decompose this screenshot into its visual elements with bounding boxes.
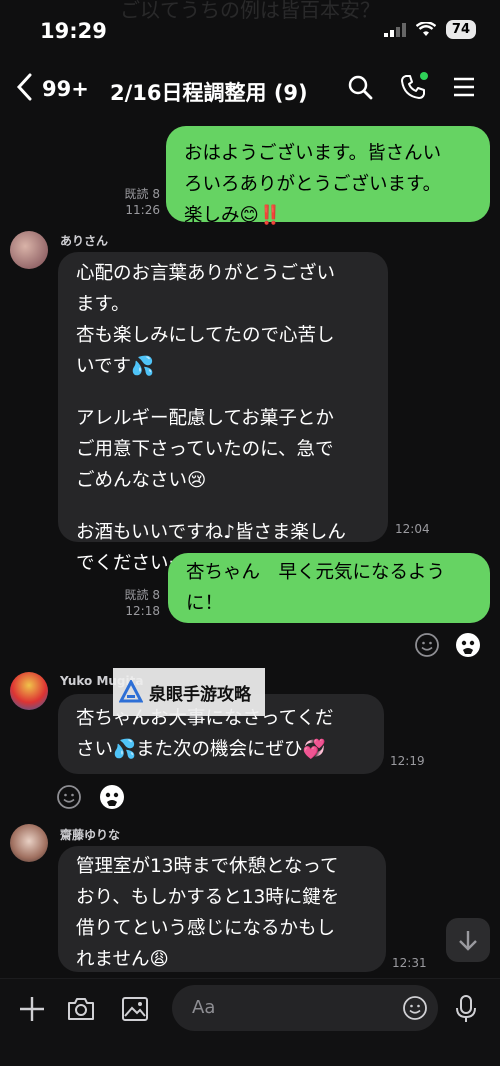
message-input-placeholder: Aa bbox=[192, 997, 216, 1018]
signal-icon bbox=[383, 22, 406, 37]
microphone-icon bbox=[456, 995, 476, 1022]
status-bar: ご以てうちの例は皆百本安？ 19:29 74 bbox=[0, 0, 500, 62]
message-line: ます。 bbox=[76, 294, 130, 315]
message-line: さい💦また次の機会にぜひ💞 bbox=[76, 739, 326, 760]
unread-count[interactable]: 99+ bbox=[42, 77, 89, 101]
message-line: 心配のお言葉ありがとうござい bbox=[76, 263, 336, 284]
voice-button[interactable] bbox=[448, 991, 484, 1027]
watermark-logo-icon bbox=[119, 680, 143, 703]
message-line: アレルギー配慮してお菓子とか bbox=[76, 408, 334, 429]
add-button[interactable] bbox=[14, 991, 50, 1027]
faded-previous-text: ご以てうちの例は皆百本安？ bbox=[120, 0, 380, 22]
menu-button[interactable] bbox=[447, 70, 481, 104]
add-reaction-icon[interactable] bbox=[56, 784, 82, 810]
arrow-down-icon bbox=[459, 931, 477, 951]
message-line: 管理室が13時まで休憩となって bbox=[76, 856, 339, 877]
battery-indicator: 74 bbox=[445, 20, 476, 39]
status-icons: 74 bbox=[383, 20, 476, 39]
online-dot bbox=[420, 72, 428, 80]
message-time: 11:26 bbox=[125, 203, 160, 217]
call-button[interactable] bbox=[396, 70, 430, 104]
outgoing-message[interactable]: 杏ちゃん 早く元気になるよう に！ bbox=[168, 553, 490, 623]
reader-avatar-icon[interactable] bbox=[455, 632, 481, 658]
chat-header: 99+ 2/16日程調整用 (9) bbox=[0, 62, 500, 118]
message-time: 12:04 bbox=[395, 522, 430, 536]
message-time: 12:18 bbox=[125, 604, 160, 618]
sender-name[interactable]: ありさん bbox=[60, 232, 108, 249]
read-receipt: 既読 8 bbox=[124, 187, 160, 201]
camera-button[interactable] bbox=[63, 991, 99, 1027]
incoming-message[interactable]: 管理室が13時まで休憩となって おり、もしかすると13時に鍵を 借りてという感じ… bbox=[58, 846, 386, 972]
message-line: に！ bbox=[186, 593, 224, 614]
message-line: 楽しみ😊‼️ bbox=[184, 205, 282, 226]
message-line: 借りてという感じになるかもし bbox=[76, 918, 336, 939]
watermark: 泉眼手游攻略 bbox=[113, 668, 265, 716]
image-button[interactable] bbox=[117, 991, 153, 1027]
message-line: おはようございます。皆さんい bbox=[184, 143, 442, 164]
sender-name[interactable]: 齋藤ゆりな bbox=[60, 826, 120, 843]
message-input[interactable]: Aa bbox=[172, 985, 438, 1031]
message-input-bar: Aa bbox=[0, 978, 500, 1066]
message-meta: 既読 8 12:18 bbox=[104, 587, 160, 619]
sender-avatar[interactable] bbox=[10, 824, 48, 862]
camera-icon bbox=[68, 998, 94, 1020]
message-time: 12:19 bbox=[390, 754, 425, 768]
wifi-icon bbox=[415, 22, 436, 36]
plus-icon bbox=[20, 997, 44, 1021]
message-line: お酒もいいですね♪皆さま楽しん bbox=[76, 522, 346, 543]
message-line: ごめんなさい😢 bbox=[76, 470, 207, 491]
menu-icon bbox=[454, 77, 474, 97]
sender-avatar[interactable] bbox=[10, 231, 48, 269]
chevron-left-icon bbox=[16, 73, 32, 101]
message-line: ろいろありがとうございます。 bbox=[184, 174, 442, 195]
read-receipt: 既読 8 bbox=[124, 588, 160, 602]
emoji-icon[interactable] bbox=[402, 995, 428, 1021]
outgoing-message[interactable]: おはようございます。皆さんい ろいろありがとうございます。 楽しみ😊‼️ bbox=[166, 126, 490, 226]
image-icon bbox=[122, 997, 148, 1021]
message-line: 杏も楽しみにしてたので心苦し bbox=[76, 325, 335, 346]
message-time: 12:31 bbox=[392, 956, 427, 970]
reader-avatar-icon[interactable] bbox=[99, 784, 125, 810]
incoming-message[interactable]: 心配のお言葉ありがとうござい ます。 杏も楽しみにしてたので心苦し いです💦 ア… bbox=[58, 252, 388, 574]
message-line: おり、もしかすると13時に鍵を bbox=[76, 887, 340, 908]
add-reaction-icon[interactable] bbox=[414, 632, 440, 658]
chat-title[interactable]: 2/16日程調整用 (9) bbox=[110, 77, 308, 107]
scroll-to-bottom-button[interactable] bbox=[446, 918, 490, 962]
back-button[interactable] bbox=[16, 72, 32, 107]
search-button[interactable] bbox=[343, 70, 377, 104]
message-line: 杏ちゃん 早く元気になるよう bbox=[186, 562, 446, 583]
message-line: ご用意下さっていたのに、急で bbox=[76, 439, 334, 460]
message-line: れません😩 bbox=[76, 949, 169, 970]
message-line: いです💦 bbox=[76, 356, 154, 377]
message-meta: 既読 8 11:26 bbox=[104, 186, 160, 218]
watermark-text: 泉眼手游攻略 bbox=[149, 684, 251, 705]
search-icon bbox=[348, 75, 373, 100]
status-time: 19:29 bbox=[40, 19, 107, 43]
sender-avatar[interactable] bbox=[10, 672, 48, 710]
